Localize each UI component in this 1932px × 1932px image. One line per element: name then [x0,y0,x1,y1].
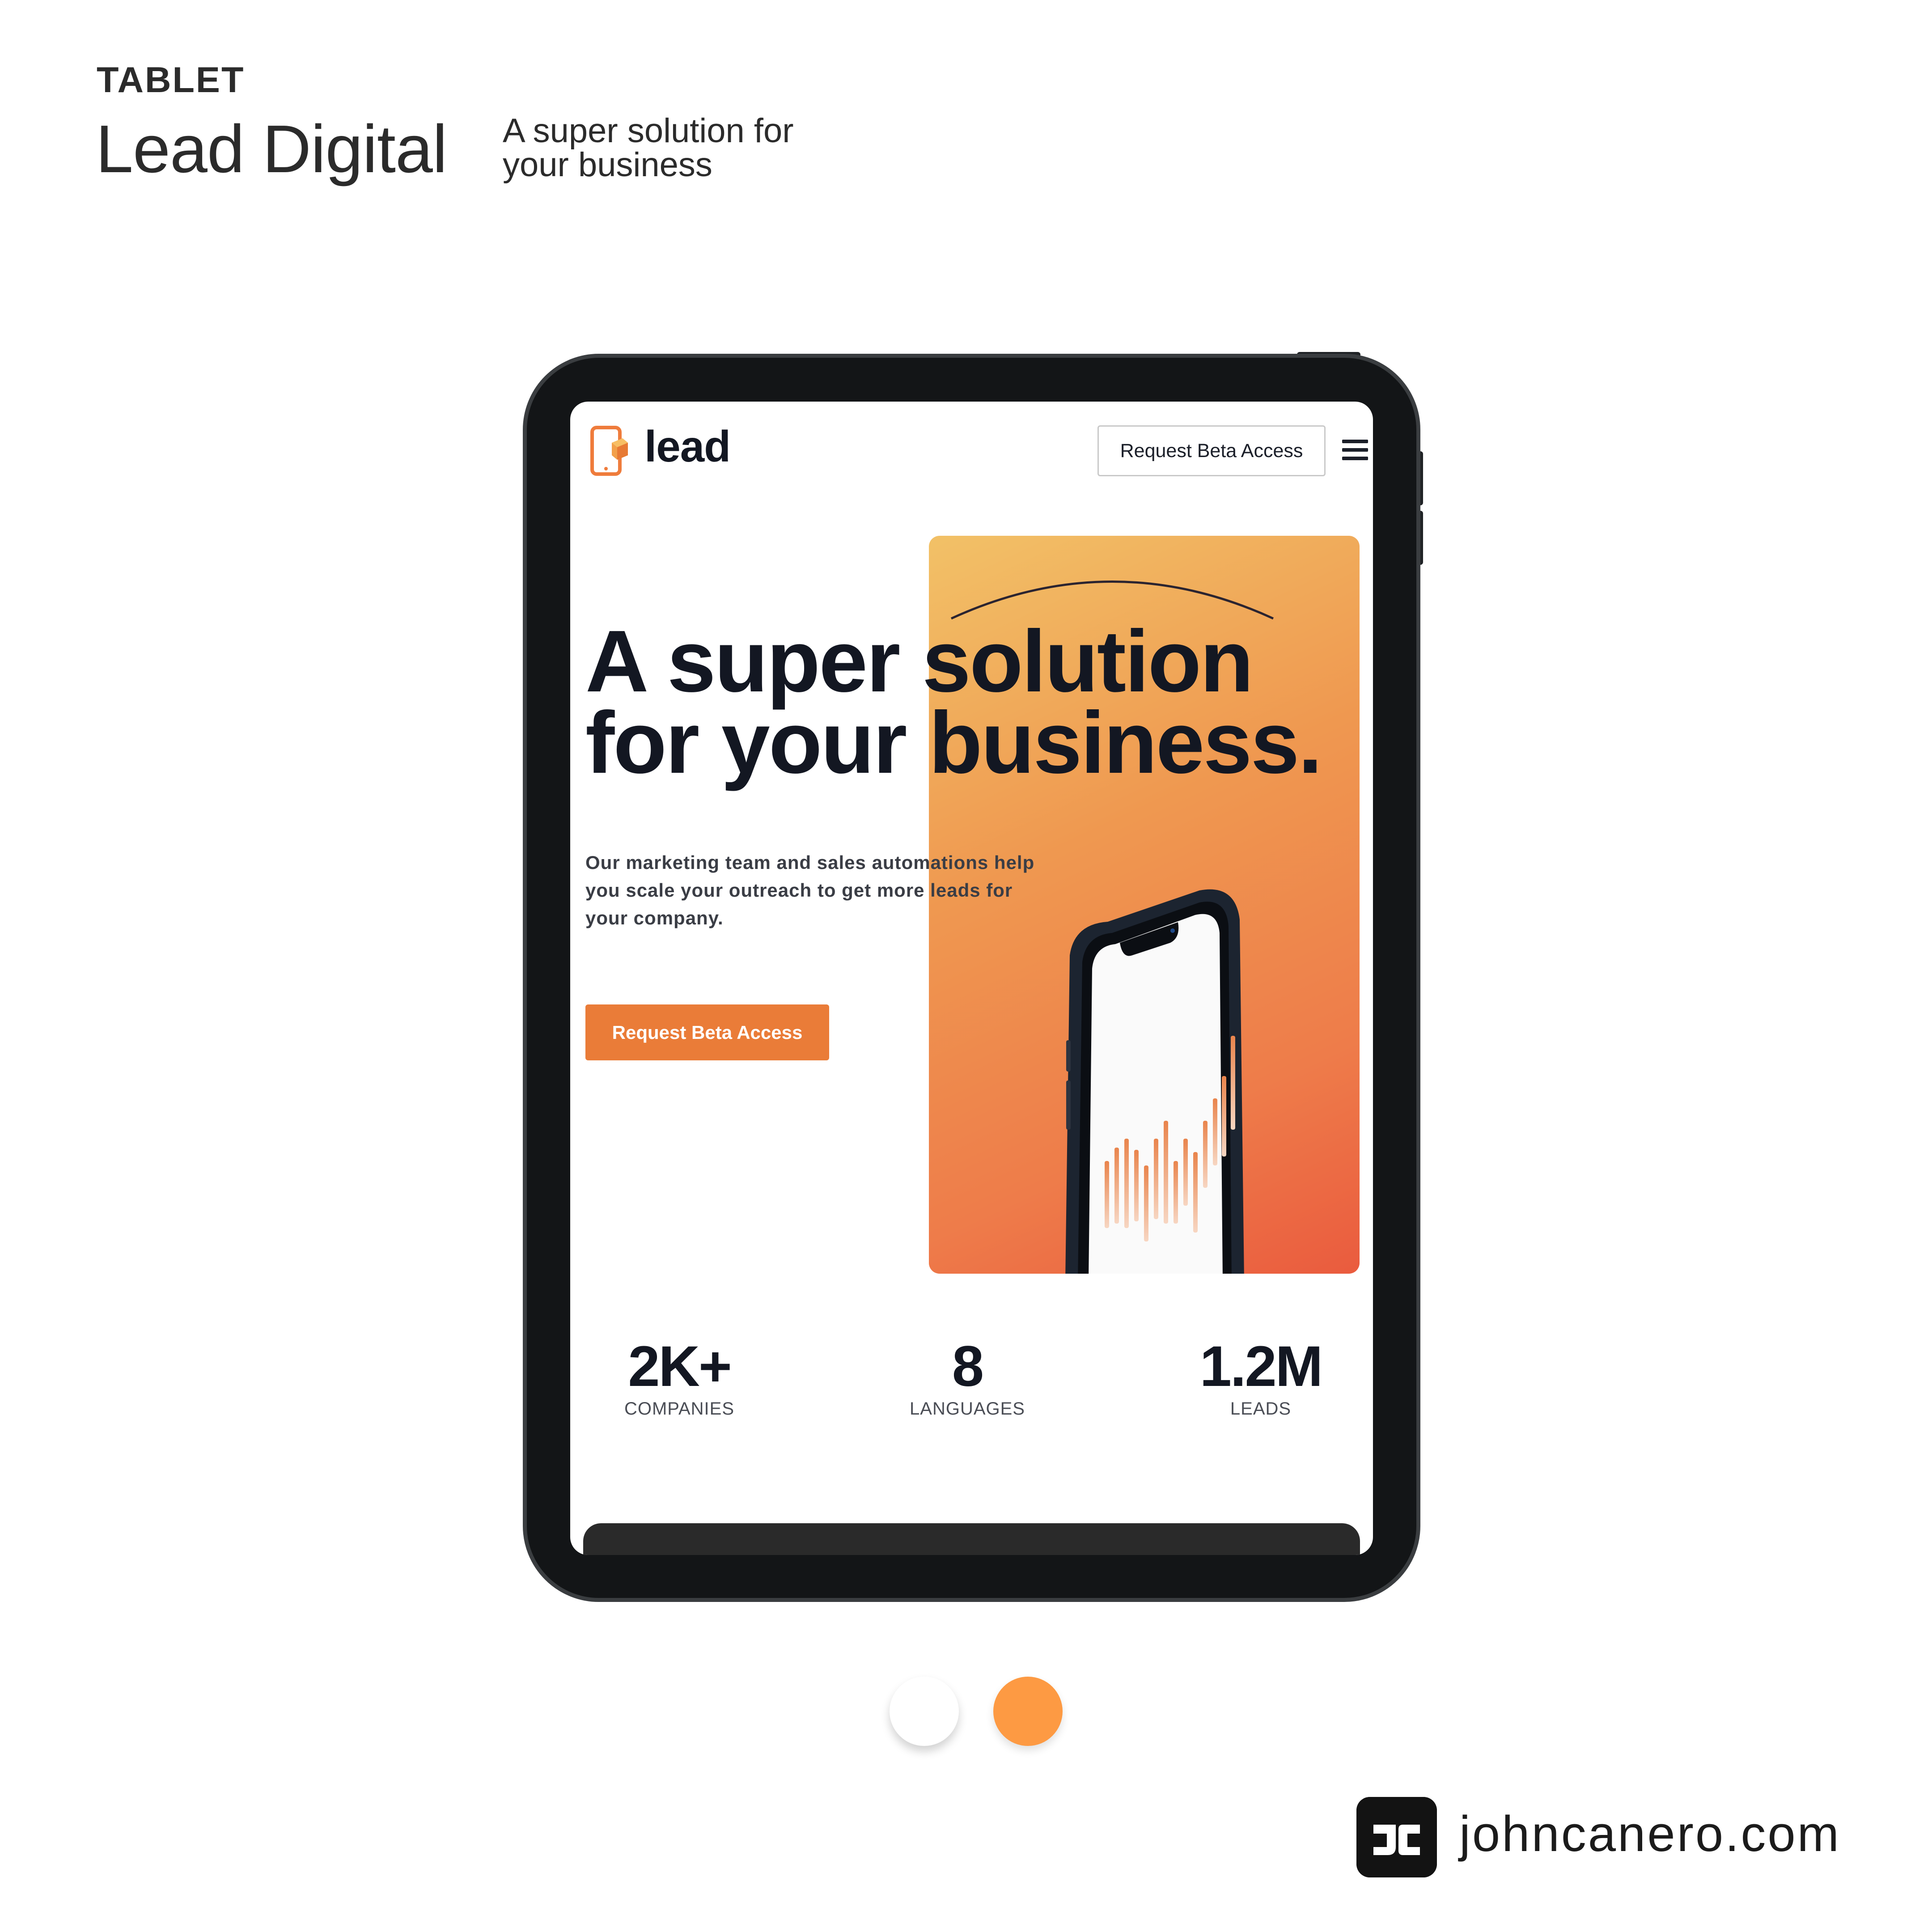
nav-request-beta-button[interactable]: Request Beta Access [1097,425,1326,476]
lead-logo-icon[interactable] [590,426,628,477]
stat-label: LANGUAGES [910,1399,1025,1419]
tablet-screen: lead Request Beta Access A super solutio… [570,402,1373,1555]
project-tagline: A super solution for your business [503,112,794,184]
stat-value: 1.2M [1199,1335,1323,1398]
stat-value: 8 [952,1335,984,1398]
stat-languages: 8 LANGUAGES [864,1335,1070,1419]
smartphone-illustration [1065,889,1244,1274]
hero-request-beta-button[interactable]: Request Beta Access [585,1004,829,1060]
device-label: TABLET [97,60,245,100]
stat-label: COMPANIES [624,1399,735,1419]
stat-companies: 2K+ COMPANIES [576,1335,782,1419]
pagination-dot-orange[interactable] [993,1677,1063,1746]
stat-label: LEADS [1230,1399,1292,1419]
hamburger-menu-icon[interactable] [1342,440,1368,460]
jc-logo-icon [1356,1797,1437,1877]
footer-website[interactable]: johncanero.com [1459,1805,1841,1863]
pagination-dot-white[interactable] [890,1677,959,1746]
brand-name[interactable]: lead [644,421,731,472]
stat-value: 2K+ [628,1335,732,1398]
stat-leads: 1.2M LEADS [1158,1335,1364,1419]
project-title: Lead Digital [96,111,447,186]
hero-title: A super solution for your business. [585,612,1322,792]
hero-description: Our marketing team and sales automations… [585,852,1035,928]
next-section-bar [583,1523,1360,1555]
